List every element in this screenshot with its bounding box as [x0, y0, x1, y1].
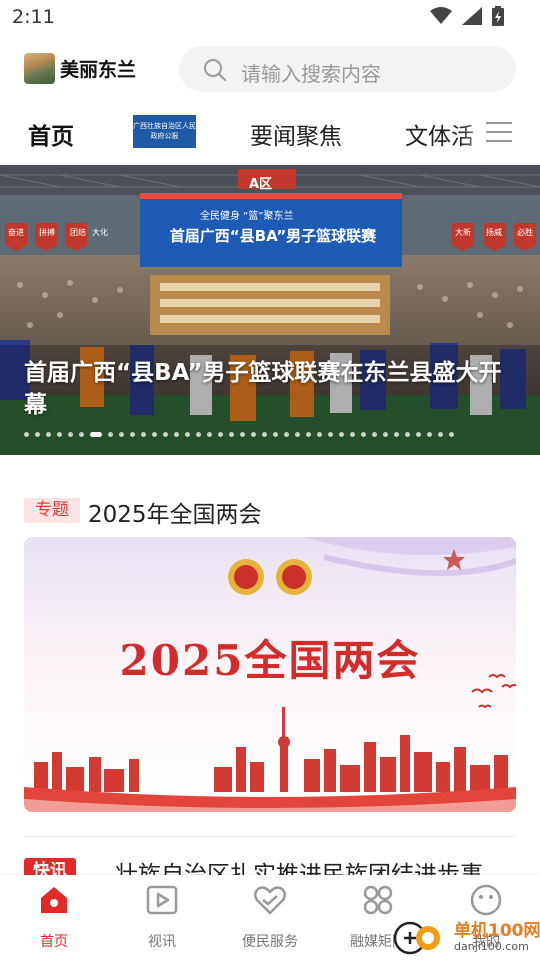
flag-label: 必胜	[517, 228, 533, 237]
banner-sign-slogan: 全民健身 “篮”聚东兰	[200, 211, 294, 222]
carousel-dot[interactable]	[79, 432, 84, 437]
carousel-dot[interactable]	[405, 432, 410, 437]
carousel-dot[interactable]	[284, 432, 289, 437]
flag-label: 大新	[455, 228, 471, 237]
search-icon	[204, 59, 226, 81]
carousel-dots	[24, 432, 454, 437]
home-icon	[41, 887, 67, 913]
flag-label: 扬威	[486, 228, 502, 237]
carousel-dot[interactable]	[339, 432, 344, 437]
carousel-dot[interactable]	[438, 432, 443, 437]
carousel-dot[interactable]	[141, 432, 146, 437]
tab-home[interactable]: 首页	[28, 117, 74, 151]
topic-tag: 专题	[24, 498, 80, 523]
flag-label: 大化	[92, 228, 108, 237]
app-title: 美丽东兰	[60, 59, 137, 81]
carousel-dot[interactable]	[196, 432, 201, 437]
banner-carousel[interactable]: A区 全民健身 “篮”聚东兰 首届广西“县BA”男子篮球联赛 奋进 拼搏 团结 …	[0, 165, 540, 455]
carousel-dot[interactable]	[240, 432, 245, 437]
battery-icon	[492, 6, 504, 26]
carousel-dot[interactable]	[174, 432, 179, 437]
carousel-dot[interactable]	[68, 432, 73, 437]
carousel-dot[interactable]	[229, 432, 234, 437]
carousel-dot[interactable]	[119, 432, 124, 437]
tab-gazette-logo[interactable]: 广西壮族自治区人民政府公报	[133, 115, 196, 148]
carousel-dot[interactable]	[185, 432, 190, 437]
carousel-dot[interactable]	[35, 432, 40, 437]
topic-image-text: 2025全国两会	[119, 636, 421, 685]
nav-home[interactable]: 首页	[0, 875, 108, 960]
nav-video[interactable]: 视讯	[108, 875, 216, 960]
carousel-dot[interactable]	[24, 432, 29, 437]
nav-services-label: 便民服务	[242, 934, 298, 950]
watermark-url: danji100.com	[454, 940, 529, 953]
carousel-dot[interactable]	[361, 432, 366, 437]
carousel-dot[interactable]	[383, 432, 388, 437]
carousel-dot[interactable]	[350, 432, 355, 437]
carousel-dot[interactable]	[152, 432, 157, 437]
carousel-dot[interactable]	[328, 432, 333, 437]
flag-label: 奋进	[8, 228, 24, 237]
banner-sign-area: A区	[249, 177, 273, 192]
search-placeholder: 请输入搜索内容	[241, 62, 381, 86]
flag-label: 团结	[70, 228, 86, 237]
wifi-icon	[430, 7, 452, 24]
tab-gazette-label: 广西壮族自治区人民政府公报	[133, 122, 196, 140]
watermark-logo-icon	[393, 921, 440, 955]
carousel-dot[interactable]	[295, 432, 300, 437]
tab-news-focus[interactable]: 要闻聚焦	[250, 117, 342, 151]
carousel-dot[interactable]	[273, 432, 278, 437]
topic-image[interactable]: 2025全国两会	[24, 537, 516, 812]
carousel-dot[interactable]	[306, 432, 311, 437]
divider	[24, 836, 516, 837]
heart-hand-icon	[254, 886, 286, 915]
flag-label: 拼搏	[39, 228, 55, 237]
carousel-dot[interactable]	[46, 432, 51, 437]
search-input[interactable]: 请输入搜索内容	[179, 46, 516, 92]
carousel-dot[interactable]	[108, 432, 113, 437]
carousel-dot[interactable]	[317, 432, 322, 437]
header: 美丽东兰 请输入搜索内容	[0, 40, 540, 100]
nav-services[interactable]: 便民服务	[216, 875, 324, 960]
watermark-brand: 单机100网	[454, 921, 540, 941]
carousel-dot[interactable]	[251, 432, 256, 437]
carousel-dot[interactable]	[130, 432, 135, 437]
watermark: 单机100网 danji100.com	[392, 910, 540, 960]
signal-icon	[462, 7, 482, 25]
topic-title[interactable]: 2025年全国两会	[88, 495, 262, 529]
banner-flags-right: 大新 扬威 必胜	[452, 227, 536, 238]
banner-sign-title: 首届广西“县BA”男子篮球联赛	[169, 227, 377, 245]
banner-caption[interactable]: 首届广西“县BA”男子篮球联赛在东兰县盛大开幕	[24, 357, 514, 421]
carousel-dot[interactable]	[207, 432, 212, 437]
carousel-dot[interactable]	[427, 432, 432, 437]
menu-icon[interactable]	[484, 119, 514, 145]
status-icons	[430, 6, 504, 26]
app-logo	[24, 53, 55, 84]
carousel-dot[interactable]	[218, 432, 223, 437]
carousel-dot-active[interactable]	[90, 432, 102, 437]
nav-home-label: 首页	[40, 934, 68, 950]
carousel-dot[interactable]	[372, 432, 377, 437]
carousel-dot[interactable]	[449, 432, 454, 437]
status-time: 2:11	[12, 6, 55, 28]
nav-video-label: 视讯	[148, 934, 176, 950]
carousel-dot[interactable]	[163, 432, 168, 437]
channel-tabs: 首页 广西壮族自治区人民政府公报 要闻聚焦 文体活	[0, 105, 540, 161]
content-feed: 专题 2025年全国两会 2025全国两会 快讯	[0, 455, 540, 888]
carousel-dot[interactable]	[262, 432, 267, 437]
status-bar: 2:11	[0, 0, 540, 36]
video-icon	[146, 885, 178, 915]
banner-flags-left: 奋进 拼搏 团结	[5, 227, 89, 238]
carousel-dot[interactable]	[416, 432, 421, 437]
carousel-dot[interactable]	[57, 432, 62, 437]
grid-icon	[363, 885, 393, 915]
carousel-dot[interactable]	[394, 432, 399, 437]
